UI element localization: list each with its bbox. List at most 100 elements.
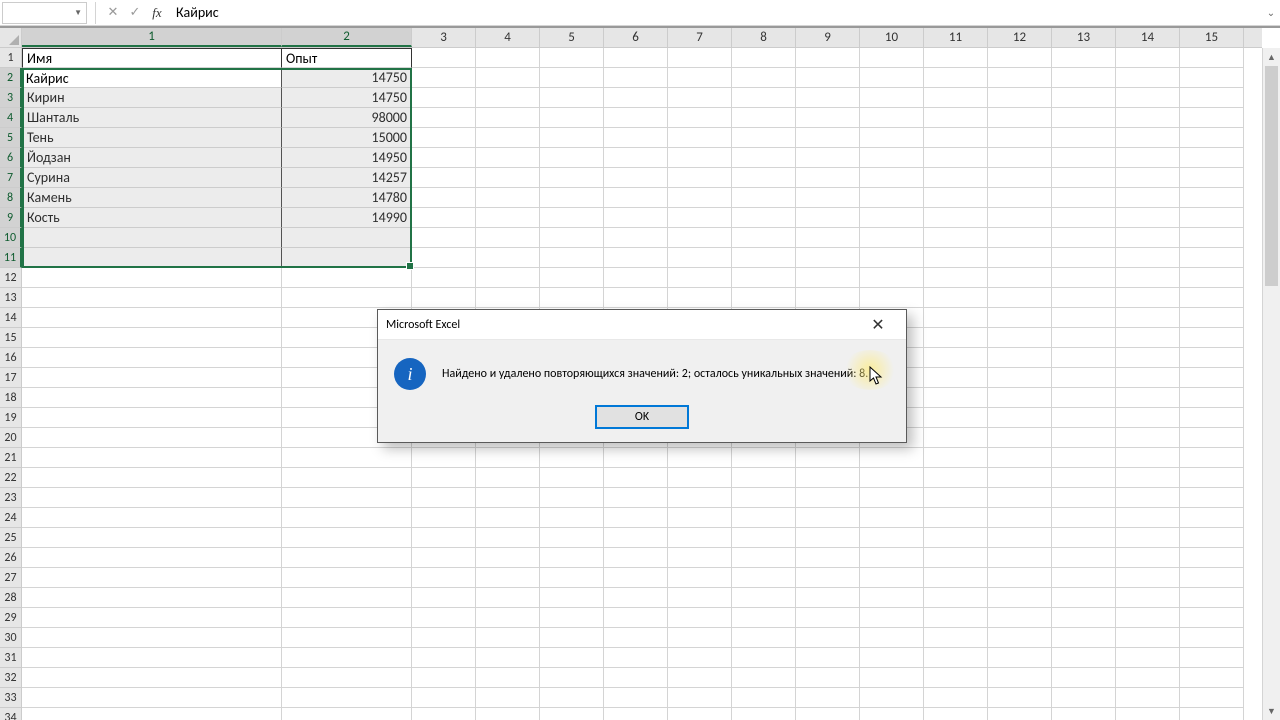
cell[interactable] bbox=[604, 568, 668, 588]
cell[interactable] bbox=[796, 188, 860, 208]
cell[interactable] bbox=[988, 348, 1052, 368]
cell[interactable] bbox=[732, 488, 796, 508]
cell[interactable] bbox=[540, 568, 604, 588]
row-header[interactable]: 11 bbox=[0, 248, 22, 268]
row-header[interactable]: 34 bbox=[0, 708, 22, 720]
row-header[interactable]: 12 bbox=[0, 268, 22, 288]
cell[interactable] bbox=[1180, 488, 1244, 508]
cell[interactable] bbox=[604, 688, 668, 708]
cell[interactable] bbox=[412, 648, 476, 668]
row-header[interactable]: 15 bbox=[0, 328, 22, 348]
cell[interactable] bbox=[1116, 128, 1180, 148]
cell[interactable] bbox=[796, 688, 860, 708]
cell[interactable] bbox=[1116, 228, 1180, 248]
cell[interactable] bbox=[668, 268, 732, 288]
cell[interactable] bbox=[1180, 108, 1244, 128]
cell[interactable] bbox=[988, 628, 1052, 648]
cell[interactable] bbox=[412, 208, 476, 228]
cell[interactable] bbox=[924, 568, 988, 588]
cell[interactable] bbox=[1116, 448, 1180, 468]
cell[interactable] bbox=[476, 228, 540, 248]
cell[interactable] bbox=[924, 388, 988, 408]
cell[interactable]: 14990 bbox=[282, 208, 412, 228]
cell[interactable] bbox=[924, 228, 988, 248]
formula-input[interactable] bbox=[168, 2, 1262, 24]
cell[interactable] bbox=[668, 128, 732, 148]
cell[interactable] bbox=[796, 48, 860, 68]
cell[interactable]: Имя bbox=[22, 48, 282, 68]
cell[interactable] bbox=[668, 208, 732, 228]
cell[interactable] bbox=[732, 88, 796, 108]
cell[interactable] bbox=[924, 308, 988, 328]
cell[interactable] bbox=[476, 168, 540, 188]
row-header[interactable]: 32 bbox=[0, 668, 22, 688]
cell[interactable] bbox=[22, 248, 282, 268]
cell[interactable] bbox=[732, 448, 796, 468]
cell[interactable] bbox=[732, 708, 796, 720]
cell[interactable] bbox=[540, 668, 604, 688]
cell[interactable]: 98000 bbox=[282, 108, 412, 128]
cell[interactable] bbox=[924, 288, 988, 308]
cell[interactable] bbox=[732, 68, 796, 88]
cell[interactable]: 14257 bbox=[282, 168, 412, 188]
cell[interactable] bbox=[476, 248, 540, 268]
cell[interactable] bbox=[540, 608, 604, 628]
cell[interactable]: Кайрис bbox=[22, 68, 282, 88]
cell[interactable] bbox=[476, 568, 540, 588]
cell[interactable] bbox=[1180, 648, 1244, 668]
dialog-titlebar[interactable]: Microsoft Excel ✕ bbox=[378, 310, 906, 340]
cell[interactable] bbox=[796, 668, 860, 688]
cell[interactable] bbox=[476, 448, 540, 468]
cell[interactable] bbox=[476, 528, 540, 548]
cell[interactable] bbox=[988, 328, 1052, 348]
cell[interactable] bbox=[540, 488, 604, 508]
row-header[interactable]: 9 bbox=[0, 208, 22, 228]
cell[interactable] bbox=[540, 448, 604, 468]
cell[interactable] bbox=[1052, 248, 1116, 268]
cell[interactable] bbox=[412, 148, 476, 168]
cell[interactable] bbox=[1180, 288, 1244, 308]
cell[interactable] bbox=[1052, 168, 1116, 188]
cell[interactable] bbox=[282, 628, 412, 648]
cell[interactable] bbox=[604, 548, 668, 568]
cell[interactable] bbox=[668, 288, 732, 308]
cell[interactable] bbox=[1180, 428, 1244, 448]
cell[interactable] bbox=[412, 188, 476, 208]
cell[interactable] bbox=[924, 208, 988, 228]
cell[interactable] bbox=[988, 128, 1052, 148]
scroll-down-icon[interactable]: ▼ bbox=[1263, 702, 1280, 720]
row-header[interactable]: 6 bbox=[0, 148, 22, 168]
cell[interactable] bbox=[988, 488, 1052, 508]
cell[interactable] bbox=[796, 208, 860, 228]
cell[interactable] bbox=[668, 588, 732, 608]
cell[interactable] bbox=[1052, 388, 1116, 408]
cell[interactable] bbox=[860, 608, 924, 628]
cell[interactable] bbox=[22, 668, 282, 688]
cell[interactable] bbox=[924, 148, 988, 168]
cell[interactable] bbox=[796, 168, 860, 188]
column-header[interactable]: 1 bbox=[22, 28, 282, 47]
cell[interactable] bbox=[668, 688, 732, 708]
cell[interactable] bbox=[1116, 168, 1180, 188]
cell[interactable] bbox=[476, 668, 540, 688]
cell[interactable] bbox=[540, 88, 604, 108]
cell[interactable] bbox=[540, 588, 604, 608]
cell[interactable] bbox=[476, 188, 540, 208]
cell[interactable] bbox=[796, 288, 860, 308]
cell[interactable] bbox=[988, 528, 1052, 548]
cell[interactable] bbox=[282, 648, 412, 668]
cell[interactable]: 14780 bbox=[282, 188, 412, 208]
cell[interactable] bbox=[476, 68, 540, 88]
cell[interactable] bbox=[1180, 268, 1244, 288]
row-header[interactable]: 8 bbox=[0, 188, 22, 208]
cell[interactable] bbox=[604, 448, 668, 468]
cell[interactable] bbox=[1116, 308, 1180, 328]
cell[interactable] bbox=[412, 568, 476, 588]
cell[interactable] bbox=[604, 508, 668, 528]
cell[interactable] bbox=[988, 568, 1052, 588]
cell[interactable] bbox=[412, 288, 476, 308]
cell[interactable] bbox=[1116, 568, 1180, 588]
cell[interactable] bbox=[282, 468, 412, 488]
cell[interactable]: Опыт bbox=[282, 48, 412, 68]
cell[interactable] bbox=[540, 528, 604, 548]
